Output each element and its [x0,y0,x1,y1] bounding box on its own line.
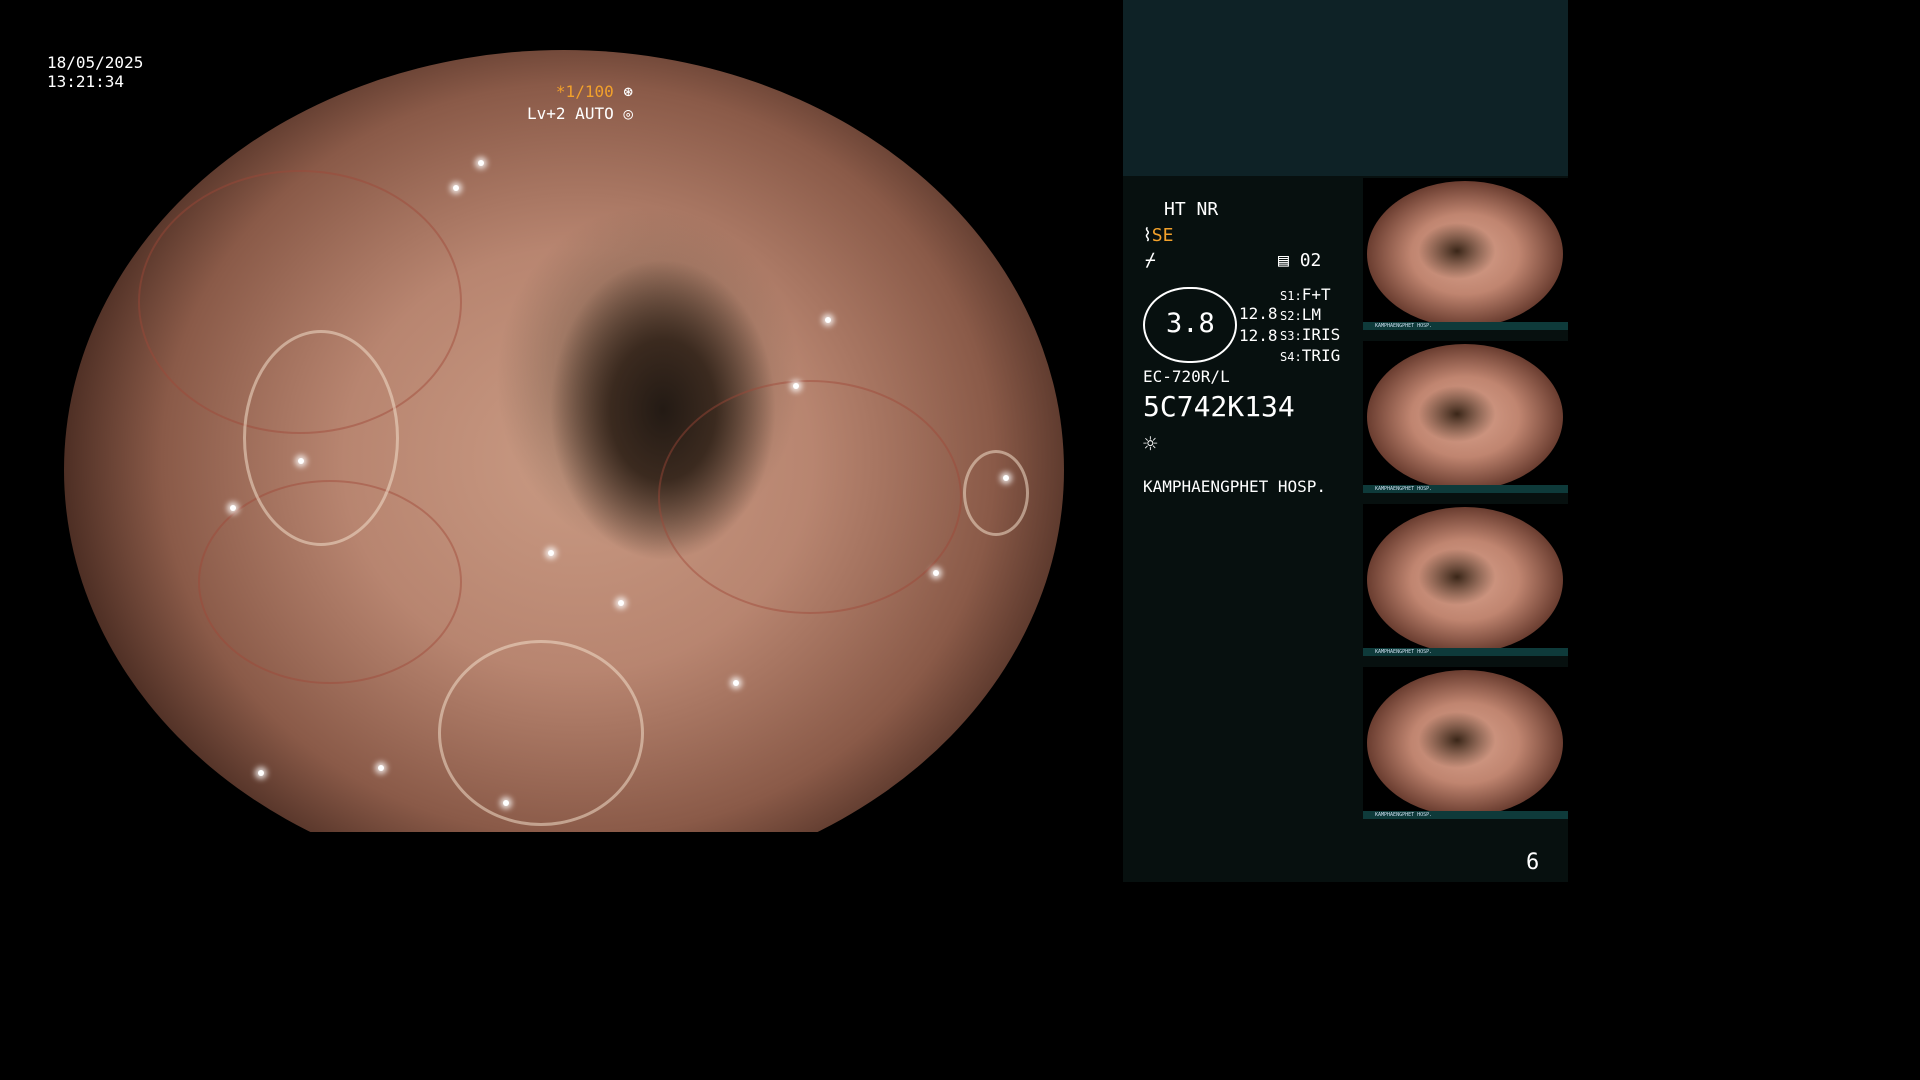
preset-row: ▤ 02 [1278,250,1321,271]
switch-s4: S4:TRIG [1280,346,1341,365]
thumbnail-1[interactable]: KAMPHAENGPHET HOSP. [1363,178,1568,330]
auto-iris-icon: ◎ [623,104,633,123]
mode-label: HT NR [1164,199,1219,220]
preset-number: 02 [1299,250,1322,271]
thumbnail-2[interactable]: KAMPHAENGPHET HOSP. [1363,341,1568,493]
preset-icon: ▤ [1278,250,1289,271]
gauge-sub-value-2: 12.8 [1239,326,1278,345]
scope-serial-label: 5C742K134 [1143,390,1295,423]
aperture-icon: ⊛ [623,82,633,101]
panel-header-area [1123,0,1568,176]
structure-enhance-row: ⌇SE [1143,225,1173,246]
zoom-gauge-value: 3.8 [1166,308,1215,339]
datetime-stamp: 18/05/2025 13:21:34 [47,53,143,91]
color-mode-icon: ⌿ [1145,250,1156,271]
page-number: 6 [1526,850,1540,875]
enhance-icon: ⌇ [1143,225,1152,246]
date-label: 18/05/2025 [47,53,144,72]
switch-s3: S3:IRIS [1280,325,1341,344]
switch-s1: S1:F+T [1280,285,1331,304]
thumbnail-strip: KAMPHAENGPHET HOSP. KAMPHAENGPHET HOSP. … [1363,178,1568,830]
gauge-sub-value-1: 12.8 [1239,304,1278,323]
light-source-icon: ☼ [1143,430,1158,458]
shutter-label: *1/100 [555,82,614,101]
se-label: SE [1151,225,1174,246]
thumbnail-3[interactable]: KAMPHAENGPHET HOSP. [1363,504,1568,656]
hospital-label: KAMPHAENGPHET HOSP. [1143,477,1327,496]
time-label: 13:21:34 [47,72,125,91]
brightness-level-label: Lv+2 AUTO [527,104,614,123]
thumbnail-4[interactable]: KAMPHAENGPHET HOSP. [1363,667,1568,819]
exposure-info: *1/100 ⊛ Lv+2 AUTO ◎ [527,81,633,125]
endoscopic-image [64,50,1064,832]
switch-s2: S2:LM [1280,305,1321,324]
scope-model-label: EC-720R/L [1143,367,1230,386]
endoscope-viewport: 18/05/2025 13:21:34 *1/100 ⊛ Lv+2 AUTO ◎ [0,0,1123,882]
